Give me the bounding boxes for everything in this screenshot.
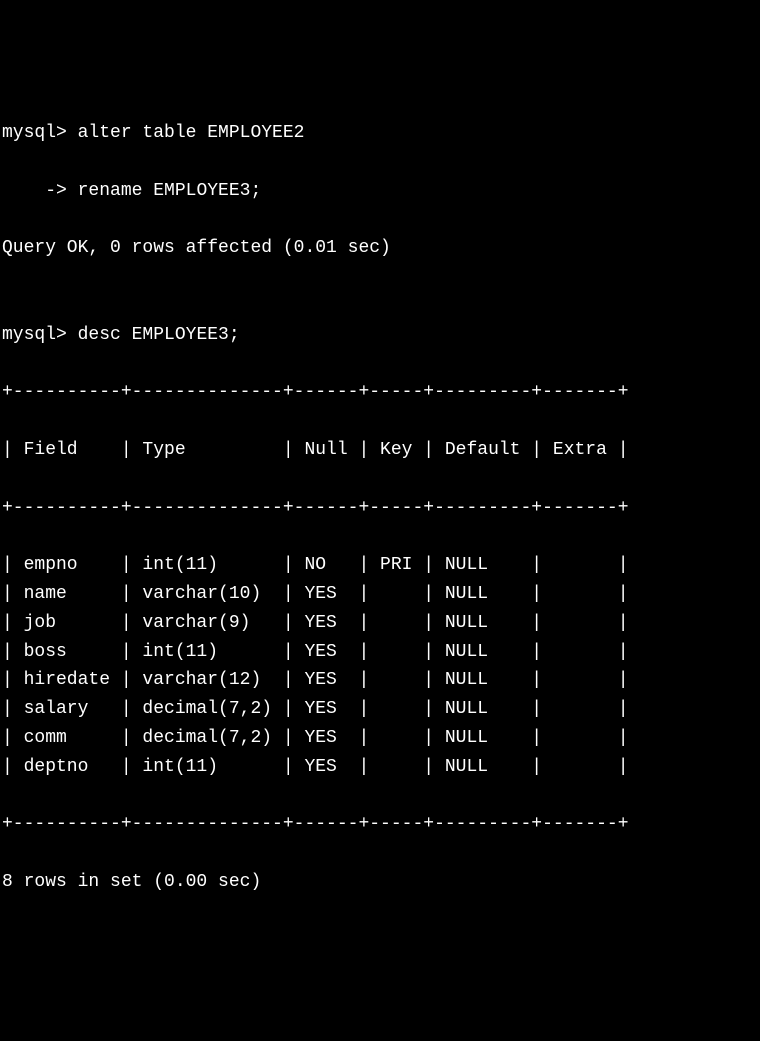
table-row: | name | varchar(10) | YES | | NULL | | xyxy=(2,580,758,609)
table-border-bottom: +----------+--------------+------+-----+… xyxy=(2,810,758,839)
continuation-prompt: -> xyxy=(2,181,67,201)
result-footer: 8 rows in set (0.00 sec) xyxy=(2,868,758,897)
prompt-line-1: mysql> alter table EMPLOYEE2 xyxy=(2,119,758,148)
prompt-line-2: mysql> desc EMPLOYEE3; xyxy=(2,321,758,350)
table-row: | job | varchar(9) | YES | | NULL | | xyxy=(2,609,758,638)
table-border-mid: +----------+--------------+------+-----+… xyxy=(2,494,758,523)
result-line-1: Query OK, 0 rows affected (0.01 sec) xyxy=(2,234,758,263)
table-border-top: +----------+--------------+------+-----+… xyxy=(2,378,758,407)
command-text: rename EMPLOYEE3; xyxy=(78,181,262,201)
table-row: | comm | decimal(7,2) | YES | | NULL | | xyxy=(2,724,758,753)
table-row: | deptno | int(11) | YES | | NULL | | xyxy=(2,753,758,782)
table-row: | salary | decimal(7,2) | YES | | NULL |… xyxy=(2,695,758,724)
command-text: alter table EMPLOYEE2 xyxy=(78,123,305,143)
prompt-line-1b: -> rename EMPLOYEE3; xyxy=(2,177,758,206)
table-row: | empno | int(11) | NO | PRI | NULL | | xyxy=(2,551,758,580)
mysql-prompt: mysql> xyxy=(2,325,67,345)
table-row: | hiredate | varchar(12) | YES | | NULL … xyxy=(2,666,758,695)
mysql-prompt: mysql> xyxy=(2,123,67,143)
table-row: | boss | int(11) | YES | | NULL | | xyxy=(2,638,758,667)
table-header-row: | Field | Type | Null | Key | Default | … xyxy=(2,436,758,465)
command-text: desc EMPLOYEE3; xyxy=(78,325,240,345)
